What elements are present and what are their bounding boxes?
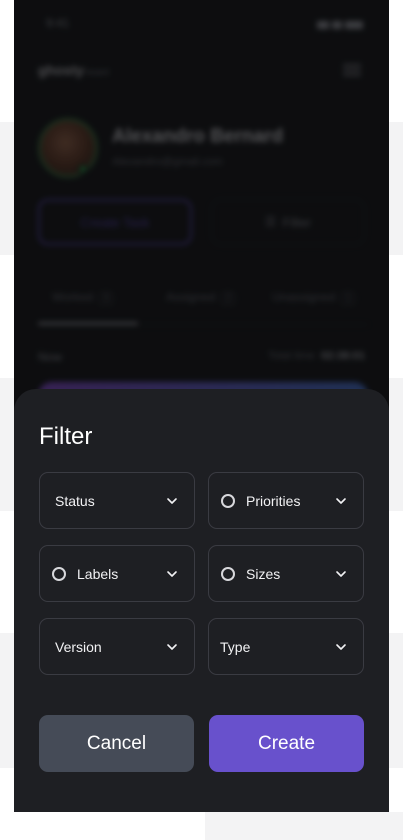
background-stripe xyxy=(205,812,403,840)
circle-icon xyxy=(52,567,66,581)
circle-icon xyxy=(221,567,235,581)
priorities-select[interactable]: Priorities xyxy=(208,472,364,529)
select-label: Labels xyxy=(77,566,119,582)
chevron-down-icon xyxy=(336,644,346,650)
chevron-down-icon xyxy=(167,571,177,577)
circle-icon xyxy=(221,494,235,508)
type-select[interactable]: Type xyxy=(208,618,364,675)
create-button[interactable]: Create xyxy=(209,715,364,772)
sizes-select[interactable]: Sizes xyxy=(208,545,364,602)
chevron-down-icon xyxy=(167,498,177,504)
chevron-down-icon xyxy=(336,571,346,577)
filter-sheet: Filter Status Priorities Labels Sizes Ve… xyxy=(14,389,389,812)
phone-screen: 9:41 ghosty board Alexandro Bernard Alexa… xyxy=(14,0,389,812)
labels-select[interactable]: Labels xyxy=(39,545,195,602)
select-label: Status xyxy=(55,493,95,509)
sheet-title: Filter xyxy=(39,423,93,450)
create-label: Create xyxy=(257,732,316,754)
version-select[interactable]: Version xyxy=(39,618,195,675)
status-select[interactable]: Status xyxy=(39,472,195,529)
cancel-button[interactable]: Cancel xyxy=(39,715,194,772)
select-label: Type xyxy=(220,639,251,655)
chevron-down-icon xyxy=(336,498,346,504)
select-label: Version xyxy=(55,639,102,655)
chevron-down-icon xyxy=(167,644,177,650)
cancel-label: Cancel xyxy=(86,732,147,754)
select-label: Priorities xyxy=(246,493,301,509)
select-label: Sizes xyxy=(246,566,281,582)
